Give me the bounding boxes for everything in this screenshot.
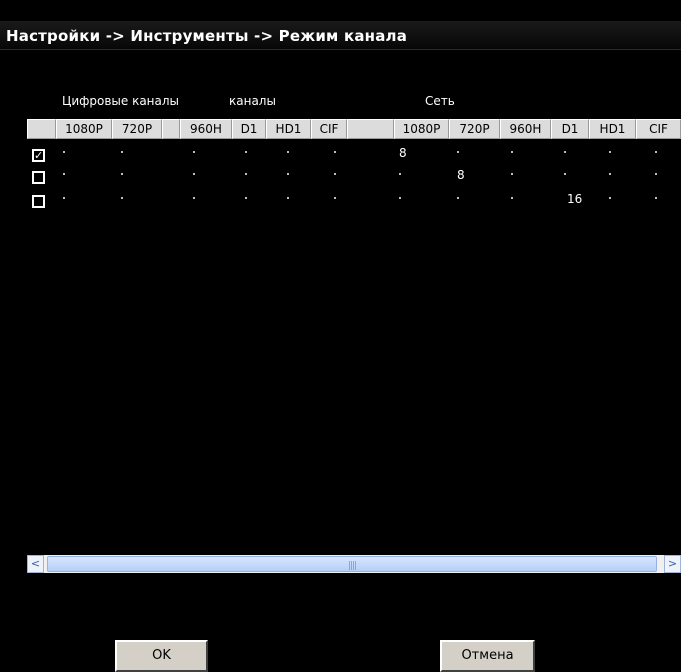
empty-cell-dot xyxy=(245,197,247,199)
table-row[interactable]: ✓ 8 xyxy=(27,146,681,168)
scroll-right-arrow-icon[interactable]: > xyxy=(664,555,681,573)
empty-cell-dot xyxy=(334,197,336,199)
empty-cell-dot xyxy=(287,151,289,153)
header-net-960h[interactable]: 960H xyxy=(500,119,551,139)
header-d1[interactable]: D1 xyxy=(232,119,266,139)
empty-cell-dot xyxy=(511,173,513,175)
empty-cell-dot xyxy=(399,173,401,175)
channels-label: каналы xyxy=(229,94,276,108)
check-mark-icon: ✓ xyxy=(34,149,44,162)
empty-cell-dot xyxy=(121,197,123,199)
page-title: Настройки -> Инструменты -> Режим канала xyxy=(6,27,408,45)
empty-cell-dot xyxy=(63,151,65,153)
header-net-720p[interactable]: 720P xyxy=(449,119,500,139)
header-net-cif[interactable]: CIF xyxy=(636,119,681,139)
empty-cell-dot xyxy=(121,173,123,175)
empty-cell-dot xyxy=(655,173,657,175)
cancel-button[interactable]: Отмена xyxy=(440,640,535,672)
scrollbar-thumb[interactable]: |||| xyxy=(47,556,657,572)
empty-cell-dot xyxy=(63,197,65,199)
header-720p[interactable]: 720P xyxy=(112,119,162,139)
empty-cell-dot xyxy=(564,151,566,153)
empty-cell-dot xyxy=(399,197,401,199)
empty-cell-dot xyxy=(609,173,611,175)
empty-cell-dot xyxy=(334,151,336,153)
empty-cell-dot xyxy=(287,197,289,199)
network-label: Сеть xyxy=(425,94,455,108)
header-960h[interactable]: 960H xyxy=(180,119,232,139)
row-checkbox[interactable]: ✓ xyxy=(32,149,45,162)
header-net-1080p[interactable]: 1080P xyxy=(394,119,449,139)
net-d1-value: 16 xyxy=(567,192,583,206)
digital-channels-label: Цифровые каналы xyxy=(62,94,180,108)
scroll-left-arrow-icon[interactable]: < xyxy=(27,555,44,573)
ok-button[interactable]: OK xyxy=(115,640,208,672)
thumb-grip-icon: |||| xyxy=(348,561,357,571)
header-hd1[interactable]: HD1 xyxy=(266,119,311,139)
empty-cell-dot xyxy=(655,151,657,153)
empty-cell-dot xyxy=(63,173,65,175)
empty-cell-dot xyxy=(334,173,336,175)
channel-table-header: 1080P 720P 960H D1 HD1 CIF 1080P 720P 96… xyxy=(27,119,681,139)
empty-cell-dot xyxy=(511,197,513,199)
empty-cell-dot xyxy=(193,173,195,175)
empty-cell-dot xyxy=(609,151,611,153)
empty-cell-dot xyxy=(564,173,566,175)
net-1080p-value: 8 xyxy=(399,146,407,160)
header-net-d1[interactable]: D1 xyxy=(551,119,589,139)
header-cell-blank xyxy=(27,119,56,139)
header-1080p[interactable]: 1080P xyxy=(56,119,112,139)
table-row[interactable]: 16 xyxy=(27,192,681,214)
empty-cell-dot xyxy=(121,151,123,153)
header-blank xyxy=(347,119,394,139)
empty-cell-dot xyxy=(609,197,611,199)
table-row[interactable]: 8 xyxy=(27,168,681,190)
empty-cell-dot xyxy=(655,197,657,199)
title-bar: Настройки -> Инструменты -> Режим канала xyxy=(0,21,681,50)
empty-cell-dot xyxy=(193,197,195,199)
header-cif[interactable]: CIF xyxy=(311,119,347,139)
empty-cell-dot xyxy=(193,151,195,153)
header-net-hd1[interactable]: HD1 xyxy=(589,119,636,139)
empty-cell-dot xyxy=(511,151,513,153)
empty-cell-dot xyxy=(287,173,289,175)
row-checkbox[interactable] xyxy=(32,171,45,184)
empty-cell-dot xyxy=(245,151,247,153)
header-blank xyxy=(162,119,180,139)
empty-cell-dot xyxy=(245,173,247,175)
row-checkbox[interactable] xyxy=(32,195,45,208)
net-720p-value: 8 xyxy=(457,168,465,182)
empty-cell-dot xyxy=(457,151,459,153)
horizontal-scrollbar[interactable]: < |||| > xyxy=(27,555,681,573)
empty-cell-dot xyxy=(457,197,459,199)
